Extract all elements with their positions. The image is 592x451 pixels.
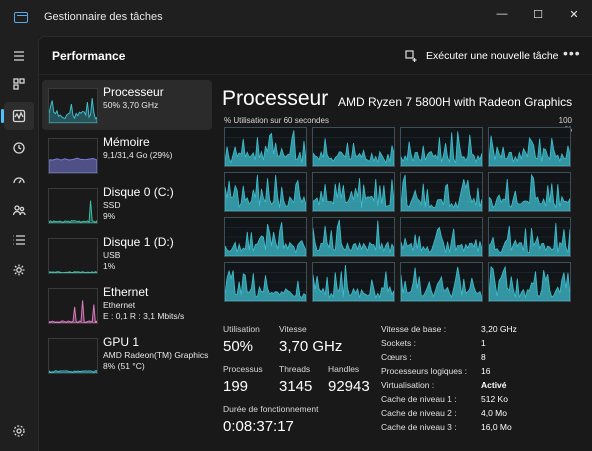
page-title: Performance	[52, 49, 126, 63]
logical-processor-graph	[400, 127, 483, 167]
spec-key: Processeurs logiques :	[381, 366, 467, 376]
performance-icon[interactable]	[1, 102, 34, 130]
run-new-task-label: Exécuter une nouvelle tâche	[426, 50, 559, 62]
details-icon[interactable]	[4, 226, 34, 254]
logical-processor-graphs	[224, 127, 574, 302]
spec-key: Cache de niveau 3 :	[381, 422, 457, 432]
logical-processor-graph	[400, 172, 483, 212]
resource-cpu[interactable]: Processeur 50% 3,70 GHz	[42, 80, 212, 130]
users-icon[interactable]	[4, 196, 34, 224]
logical-processor-graph	[312, 262, 395, 302]
resource-usage: 1%	[103, 261, 116, 271]
logical-processor-graph	[312, 127, 395, 167]
processes-value: 199	[223, 378, 249, 395]
resource-ethernet[interactable]: Ethernet Ethernet E : 0,1 R : 3,1 Mbits/…	[42, 280, 212, 330]
spec-key: Cache de niveau 1 :	[381, 394, 457, 404]
startup-icon[interactable]	[4, 166, 34, 194]
logical-processor-graph	[312, 172, 395, 212]
resource-disk-1[interactable]: Disque 1 (D:) USB 1%	[42, 230, 212, 280]
gpu-thumbnail	[48, 338, 98, 374]
logical-processor-graph	[224, 172, 307, 212]
minimize-button[interactable]: —	[484, 0, 520, 28]
more-options-button[interactable]: •••	[563, 45, 581, 61]
resource-disk-0[interactable]: Disque 0 (C:) SSD 9%	[42, 180, 212, 230]
run-new-task-button[interactable]: Exécuter une nouvelle tâche	[405, 46, 559, 66]
speed-label: Vitesse	[279, 324, 307, 334]
resource-gpu[interactable]: GPU 1 AMD Radeon(TM) Graphics 8% (51 °C)	[42, 330, 212, 380]
cpu-model: AMD Ryzen 7 5800H with Radeon Graphics	[338, 95, 573, 109]
task-manager-icon	[14, 12, 28, 23]
resource-usage: 8% (51 °C)	[103, 361, 145, 371]
spec-value: 3,20 GHz	[481, 324, 517, 334]
services-icon[interactable]	[4, 256, 34, 284]
spec-key: Virtualisation :	[381, 380, 435, 390]
resource-name: Disque 0 (C:)	[103, 185, 174, 199]
menu-icon[interactable]	[4, 42, 34, 70]
spec-value: 16,0 Mo	[481, 422, 512, 432]
uptime-value: 0:08:37:17	[223, 418, 294, 435]
processes-icon[interactable]	[4, 70, 34, 98]
resource-usage: 9%	[103, 211, 116, 221]
processes-label: Processus	[223, 364, 263, 374]
logical-processor-graph	[488, 262, 571, 302]
logical-processor-graph	[400, 262, 483, 302]
maximize-button[interactable]: ☐	[520, 0, 556, 28]
window-title: Gestionnaire des tâches	[44, 11, 163, 23]
utilization-label: Utilisation	[223, 324, 260, 334]
title-bar: Gestionnaire des tâches — ☐ ✕	[0, 0, 592, 36]
spec-value: 16	[481, 366, 491, 376]
spec-value: 1	[481, 338, 486, 348]
cpu-title: Processeur	[222, 87, 329, 110]
history-icon[interactable]	[4, 134, 34, 162]
logical-processor-graph	[488, 172, 571, 212]
resource-detail: 50% 3,70 GHz	[103, 100, 159, 110]
resource-name: Mémoire	[103, 135, 150, 149]
resource-type: SSD	[103, 200, 121, 210]
uptime-label: Durée de fonctionnement	[223, 404, 319, 414]
disk-1-thumbnail	[48, 238, 98, 274]
logical-processor-graph	[488, 127, 571, 167]
graph-axis-label: % Utilisation sur 60 secondes	[224, 116, 329, 125]
resource-name: Ethernet	[103, 285, 149, 299]
spec-value: 512 Ko	[481, 394, 508, 404]
resource-name: GPU 1	[103, 335, 140, 349]
resource-name: Processeur	[103, 85, 164, 99]
resource-type: USB	[103, 250, 121, 260]
settings-icon[interactable]	[4, 417, 34, 445]
run-task-icon	[405, 49, 417, 62]
disk-0-thumbnail	[48, 188, 98, 224]
memory-thumbnail	[48, 138, 98, 174]
logical-processor-graph	[224, 217, 307, 257]
logical-processor-graph	[400, 217, 483, 257]
page-header: Performance Exécuter une nouvelle tâche …	[39, 37, 592, 75]
resource-type: AMD Radeon(TM) Graphics	[103, 350, 209, 360]
resource-list: Processeur 50% 3,70 GHz Mémoire 9,1/31,4…	[42, 80, 212, 380]
resource-usage: E : 0,1 R : 3,1 Mbits/s	[103, 311, 185, 321]
logical-processor-graph	[224, 127, 307, 167]
spec-value: Activé	[481, 380, 507, 390]
close-button[interactable]: ✕	[556, 0, 592, 28]
threads-value: 3145	[279, 378, 313, 395]
spec-value: 8	[481, 352, 486, 362]
logical-processor-graph	[312, 217, 395, 257]
resource-detail: 9,1/31,4 Go (29%)	[103, 150, 173, 160]
logical-processor-graph	[488, 217, 571, 257]
speed-value: 3,70 GHz	[279, 338, 343, 355]
spec-key: Cache de niveau 2 :	[381, 408, 457, 418]
resource-type: Ethernet	[103, 300, 136, 310]
handles-value: 92943	[328, 378, 370, 395]
resource-memory[interactable]: Mémoire 9,1/31,4 Go (29%)	[42, 130, 212, 180]
spec-key: Sockets :	[381, 338, 416, 348]
ethernet-thumbnail	[48, 288, 98, 324]
navigation-rail	[0, 36, 38, 451]
utilization-value: 50%	[223, 338, 254, 355]
spec-key: Vitesse de base :	[381, 324, 447, 334]
threads-label: Threads	[279, 364, 311, 374]
handles-label: Handles	[328, 364, 360, 374]
logical-processor-graph	[224, 262, 307, 302]
spec-key: Cœurs :	[381, 352, 412, 362]
cpu-thumbnail	[48, 88, 98, 124]
spec-value: 4,0 Mo	[481, 408, 507, 418]
resource-name: Disque 1 (D:)	[103, 235, 174, 249]
